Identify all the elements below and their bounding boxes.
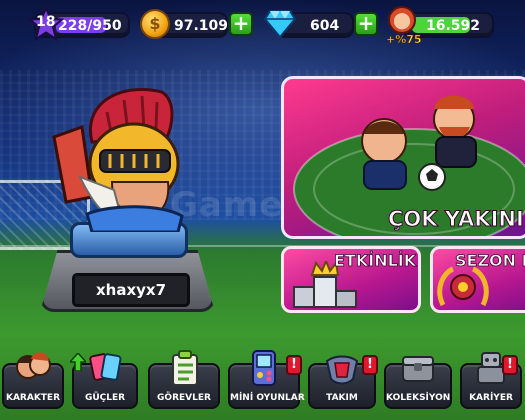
fan-bonus: +%75 — [386, 33, 422, 47]
fans-value: 16.592 — [426, 18, 481, 34]
coins-value: 97.109 — [174, 18, 229, 34]
nav-career-label: KARİYER — [469, 393, 513, 403]
feature-title: ÇOK YAKINI — [388, 207, 525, 232]
nav-minigames-button[interactable]: ! MİNİ OYUNLAR — [228, 350, 305, 409]
blue-diamond-icon — [263, 9, 297, 39]
player-name-plate: xhaxyx7 — [72, 273, 190, 307]
feature-banner[interactable]: ÇOK YAKINI — [281, 76, 525, 239]
nav-collection-button[interactable]: KOLEKSİYON — [384, 356, 452, 409]
laurel-ball-icon — [437, 266, 489, 307]
clipboard-icon — [172, 350, 198, 386]
nav-tasks-label: GÖREVLER — [157, 393, 211, 403]
collection-box-icon — [402, 356, 434, 382]
power-cards-icon — [89, 353, 122, 381]
team-shield-icon — [325, 355, 359, 385]
nav-characters-button[interactable]: KARAKTER — [2, 352, 64, 409]
xp-value: 228/950 — [58, 18, 122, 34]
nav-powers-button[interactable]: GÜÇLER — [70, 353, 138, 409]
season-tile[interactable]: SEZON B — [430, 246, 525, 313]
gems-value: 604 — [310, 18, 340, 34]
level-number: 18 — [36, 14, 56, 30]
add-gems-button[interactable]: + — [354, 12, 378, 36]
nav-characters-label: KARAKTER — [5, 393, 61, 403]
fan-avatar-icon — [388, 6, 416, 34]
nav-minigames-label: MİNİ OYUNLAR — [230, 393, 305, 403]
top-bar: 228/950 18 97.109 $ + 604 + 16.592 +%75 — [0, 0, 525, 50]
upgrade-arrow-icon — [70, 353, 86, 371]
career-alert-badge: ! — [502, 355, 518, 375]
event-label: ETKİNLİK — [334, 251, 417, 271]
nav-team-label: TAKIM — [326, 393, 358, 403]
minigames-alert-badge: ! — [286, 355, 302, 375]
season-label: SEZON B — [455, 251, 525, 271]
nav-career-button[interactable]: ! KARİYER — [460, 352, 522, 409]
nav-powers-label: GÜÇLER — [84, 393, 126, 403]
event-tile[interactable]: ETKİNLİK — [281, 246, 421, 313]
handheld-console-icon — [252, 350, 276, 386]
knight-helmet-character[interactable] — [52, 82, 202, 234]
add-coins-button[interactable]: + — [229, 12, 253, 36]
nav-collection-label: KOLEKSİYON — [386, 393, 451, 403]
characters-icon — [16, 352, 51, 379]
nav-team-button[interactable]: ! TAKIM — [308, 355, 378, 409]
team-alert-badge: ! — [362, 355, 378, 375]
gold-coin-icon: $ — [140, 9, 170, 39]
nav-tasks-button[interactable]: GÖREVLER — [148, 350, 220, 409]
